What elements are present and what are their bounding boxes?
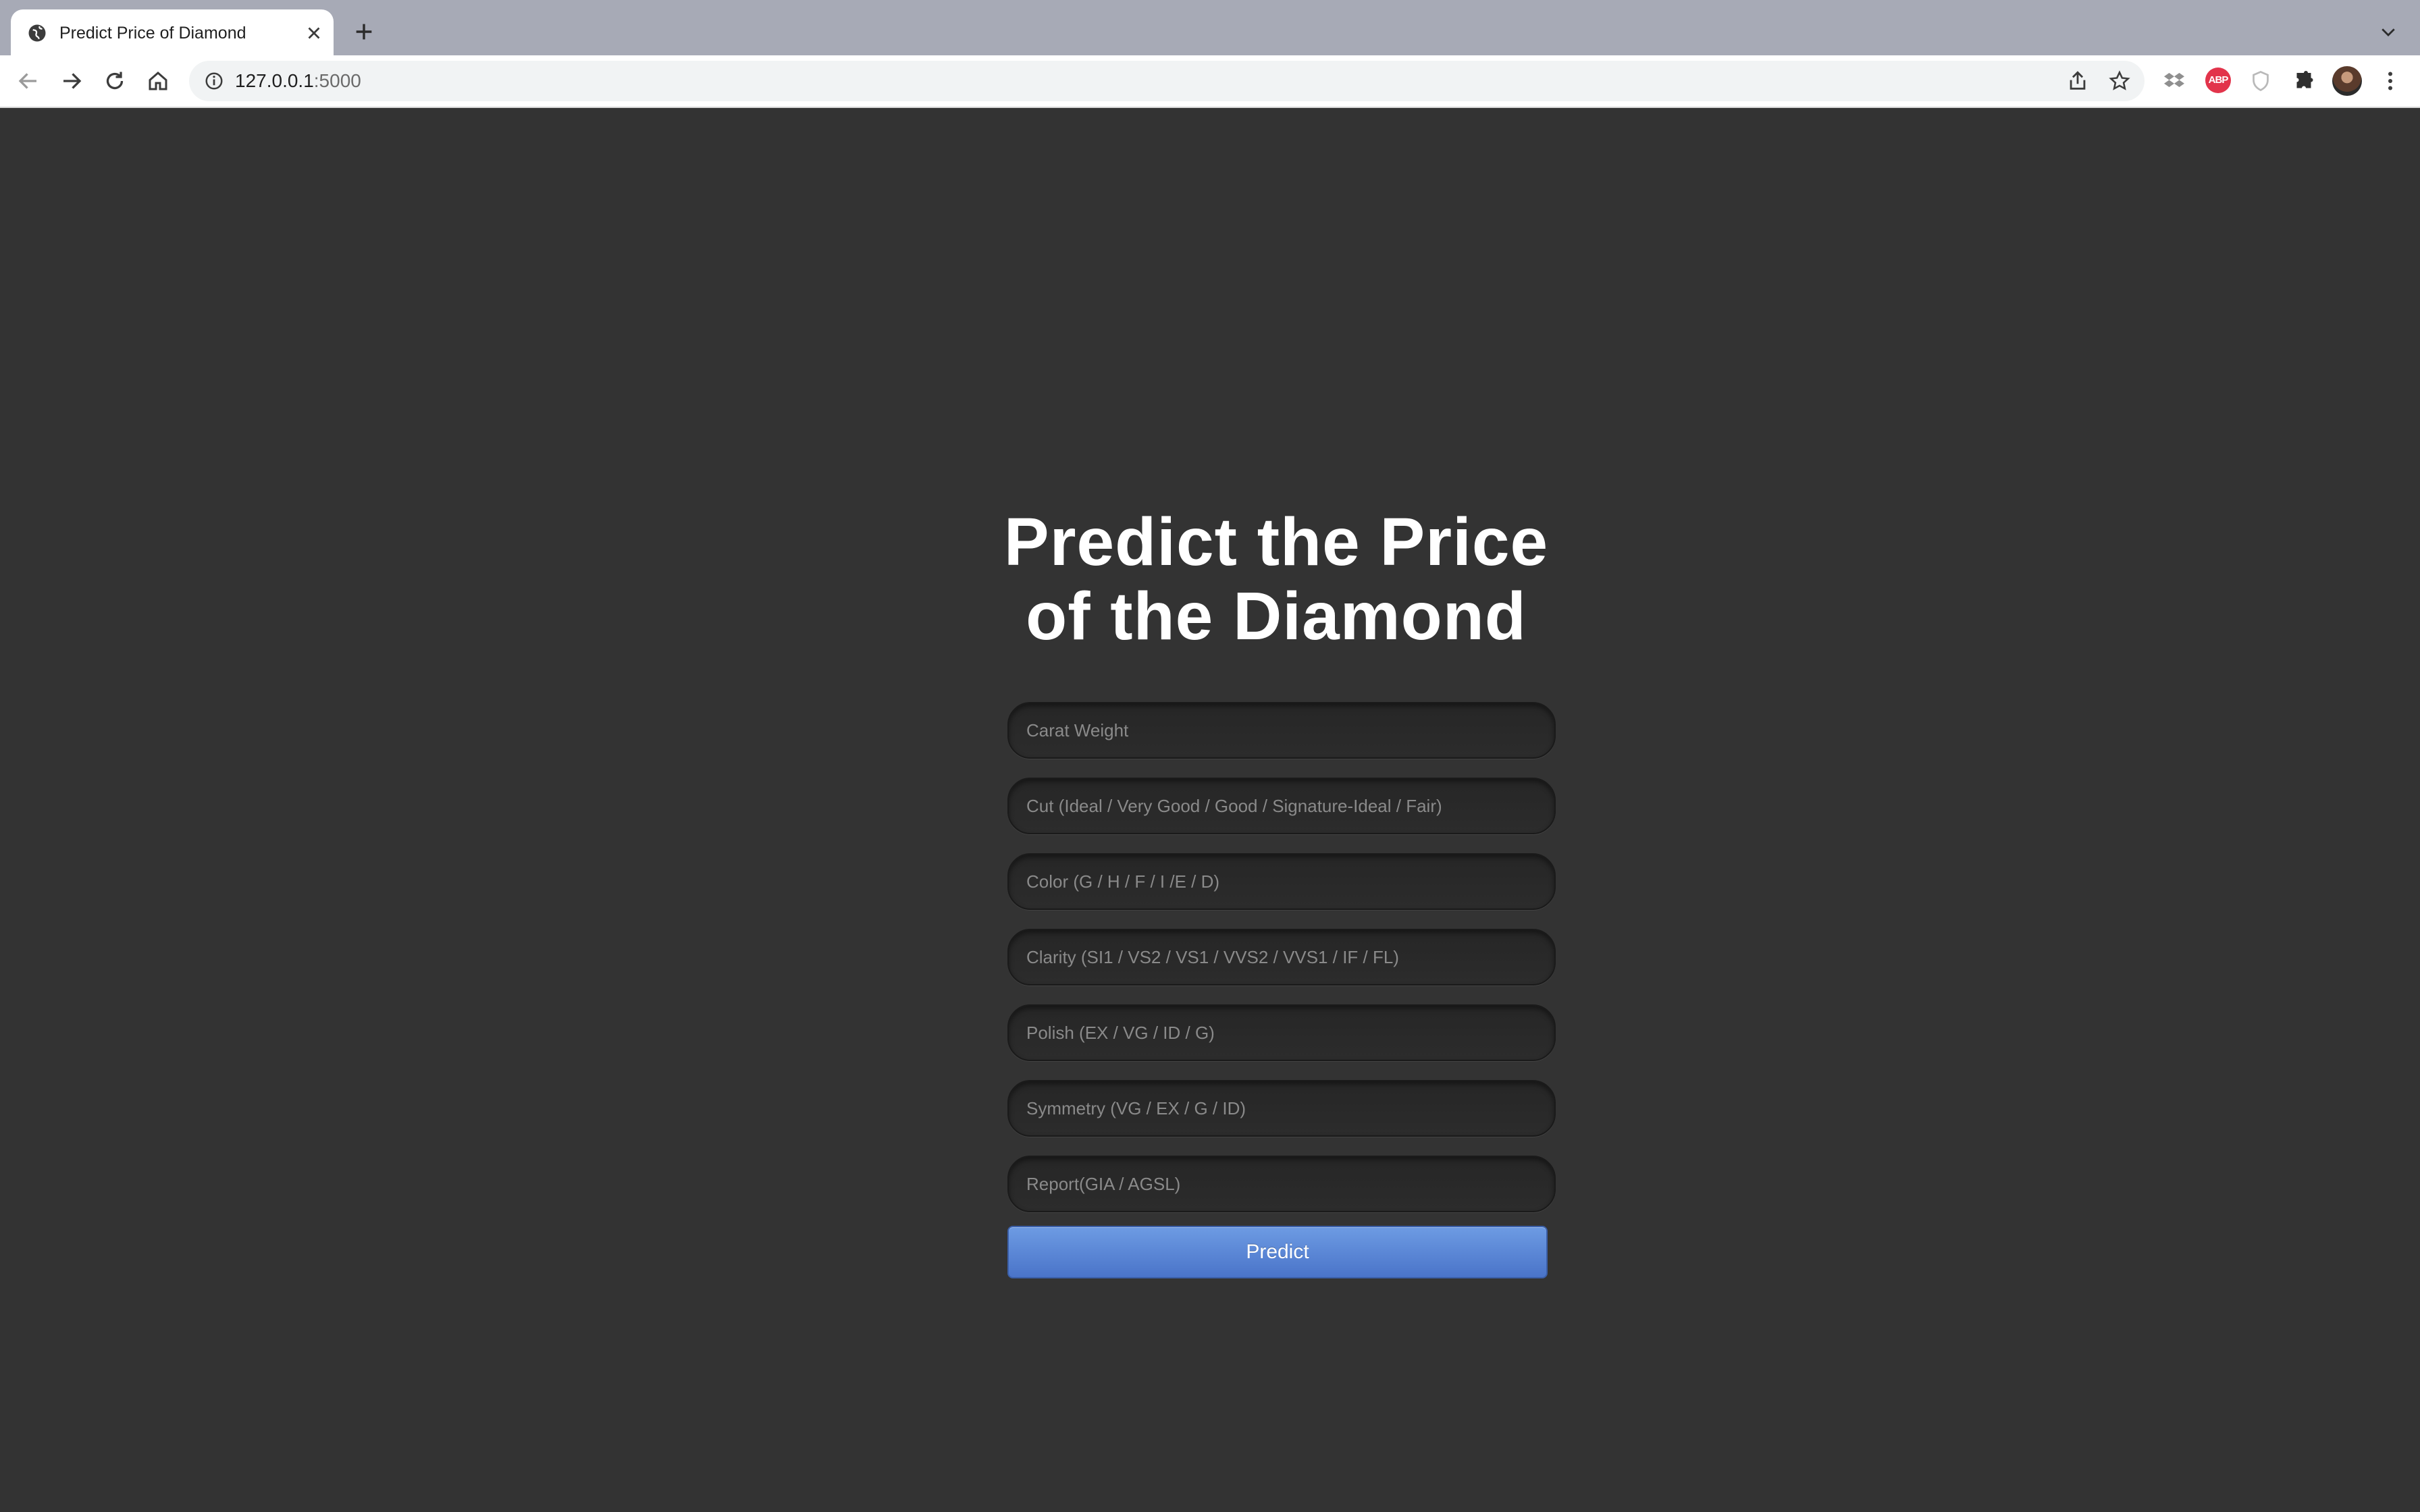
close-icon[interactable]: [304, 23, 324, 43]
url-text[interactable]: 127.0.0.1:5000: [235, 70, 361, 92]
tab-title: Predict Price of Diamond: [59, 24, 246, 43]
page-title-line-1: Predict the Price: [1003, 504, 1549, 580]
reload-icon[interactable]: [103, 69, 127, 93]
prediction-form: Predict: [1007, 702, 1556, 1278]
address-bar[interactable]: 127.0.0.1:5000: [189, 61, 2145, 101]
home-icon[interactable]: [146, 69, 170, 93]
shield-icon[interactable]: [2248, 69, 2273, 93]
browser-toolbar: 127.0.0.1:5000 ABP: [0, 55, 2420, 108]
bookmark-star-icon[interactable]: [2108, 70, 2131, 92]
symmetry-input[interactable]: [1007, 1080, 1556, 1137]
carat-weight-input[interactable]: [1007, 702, 1556, 759]
dropbox-icon[interactable]: [2162, 69, 2186, 93]
back-arrow-icon[interactable]: [16, 69, 41, 93]
page-title-line-2: of the Diamond: [1026, 578, 1527, 654]
new-tab-plus-icon[interactable]: [352, 20, 375, 43]
globe-icon: [28, 24, 46, 42]
browser-tab[interactable]: Predict Price of Diamond: [11, 9, 334, 55]
url-host: 127.0.0.1: [235, 70, 314, 91]
clarity-input[interactable]: [1007, 929, 1556, 986]
chevron-down-icon[interactable]: [2378, 22, 2398, 42]
extensions-puzzle-icon[interactable]: [2292, 69, 2316, 93]
forward-arrow-icon[interactable]: [59, 69, 84, 93]
adblock-plus-icon[interactable]: ABP: [2205, 68, 2231, 93]
browser-tab-strip: Predict Price of Diamond: [0, 0, 2420, 55]
polish-input[interactable]: [1007, 1004, 1556, 1061]
page-content: Predict the Price of the Diamond Predict: [0, 108, 2420, 1512]
info-icon[interactable]: [204, 71, 224, 91]
url-port: :5000: [313, 70, 361, 91]
kebab-menu-icon[interactable]: [2378, 69, 2402, 93]
cut-input[interactable]: [1007, 778, 1556, 834]
profile-avatar[interactable]: [2332, 66, 2362, 96]
report-input[interactable]: [1007, 1156, 1556, 1212]
page-title: Predict the Price of the Diamond: [940, 505, 1612, 653]
color-input[interactable]: [1007, 853, 1556, 910]
predict-button[interactable]: Predict: [1007, 1226, 1548, 1278]
share-icon[interactable]: [2066, 70, 2089, 92]
